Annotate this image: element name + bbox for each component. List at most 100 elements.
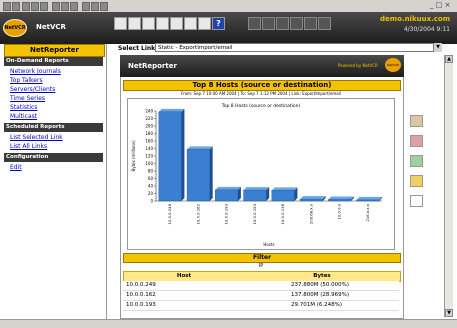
x-tick-label: 10.0.0.138	[280, 203, 285, 224]
select-link-label: Select Link :	[118, 45, 160, 52]
refresh-icon[interactable]	[31, 2, 39, 11]
tool-icon-9[interactable]	[262, 17, 275, 30]
bar-top	[215, 186, 241, 190]
x-tick-label: 10.0.0.162	[195, 203, 200, 224]
bar	[328, 199, 352, 202]
tool-icon-10[interactable]	[276, 17, 289, 30]
x-tick-label: 10.0.0.249	[167, 203, 172, 224]
y-tick-label: 0	[150, 199, 153, 204]
tool-icon-2[interactable]	[128, 17, 141, 30]
favorites-icon[interactable]	[61, 2, 69, 11]
tool-icon-8[interactable]	[248, 17, 261, 30]
bar	[356, 199, 380, 202]
y-axis-label: Bytes (millions)	[131, 140, 136, 171]
bar	[271, 190, 295, 202]
tool-icon-1[interactable]	[114, 17, 127, 30]
y-tick-label: 140	[145, 146, 153, 151]
tool-icon-7[interactable]	[198, 17, 211, 30]
sidebar-item-time-series[interactable]: Time Series	[10, 95, 45, 102]
y-tick-label: 60	[148, 176, 154, 181]
panel-title: NetReporter	[128, 62, 177, 70]
sidebar-item-list-all-links[interactable]: List All Links	[10, 143, 47, 150]
bar	[186, 149, 210, 202]
powered-by: Powered by NetVCR	[338, 63, 378, 68]
x-tick-label: 10.0.0.193	[224, 203, 229, 224]
mail-icon[interactable]	[82, 2, 90, 11]
sidebar-item-list-selected-link[interactable]: List Selected Link	[10, 134, 63, 141]
bar-top	[356, 196, 383, 200]
y-tick-label: 100	[145, 161, 153, 166]
sidebar-item-top-talkers[interactable]: Top Talkers	[10, 77, 43, 84]
column-header-bytes[interactable]: Bytes	[244, 272, 400, 281]
sidebar-item-edit[interactable]: Edit	[10, 164, 22, 171]
back-icon[interactable]	[3, 2, 11, 11]
logo-name: NetVCR	[36, 23, 66, 31]
compass-icon[interactable]	[410, 175, 423, 187]
export-icon[interactable]	[410, 115, 423, 127]
tool-icon-5[interactable]	[170, 17, 183, 30]
vertical-scrollbar[interactable]: ▲ ▼	[444, 55, 453, 317]
help-icon[interactable]: ?	[212, 17, 225, 30]
chevron-down-icon[interactable]: ▼	[433, 43, 442, 52]
bar-chart: Top 8 Hosts (source or destination) 0 20 40…	[131, 103, 383, 247]
tool-icon-11[interactable]	[290, 17, 303, 30]
y-tick-label: 80	[148, 169, 154, 174]
host-cell: 10.0.0.249	[126, 282, 156, 288]
print-icon[interactable]	[91, 2, 99, 11]
netvcr-logo: NetVCR	[3, 19, 27, 37]
bar-side	[181, 108, 185, 201]
y-tick-label: 200	[145, 124, 153, 129]
history-icon[interactable]	[70, 2, 78, 11]
y-tick-label: 160	[145, 139, 153, 144]
column-header-host[interactable]: Host	[124, 272, 244, 281]
filter-value: IP	[258, 263, 264, 269]
y-tick-label: 20	[148, 191, 154, 196]
sidebar-item-multicast[interactable]: Multicast	[10, 113, 37, 120]
y-tick-label: 220	[145, 116, 153, 121]
y-tick-label: 180	[145, 131, 153, 136]
bar	[158, 111, 182, 202]
scroll-down-icon[interactable]: ▼	[445, 309, 453, 317]
email-icon[interactable]	[410, 195, 423, 207]
bar-side	[209, 146, 213, 201]
y-tick-label: 120	[145, 154, 153, 159]
bar-top	[158, 108, 185, 112]
stop-icon[interactable]	[22, 2, 30, 11]
sidebar-item-statistics[interactable]: Statistics	[10, 104, 37, 111]
sidebar-item-servers-clients[interactable]: Servers/Clients	[10, 86, 55, 93]
bar-top	[187, 146, 213, 150]
y-tick-label: 40	[148, 184, 154, 189]
sidebar-section-configuration: Configuration	[4, 153, 103, 162]
server-domain: demo.nikuux.com	[380, 15, 450, 23]
home-icon[interactable]	[40, 2, 48, 11]
forward-icon[interactable]	[12, 2, 20, 11]
scroll-up-icon[interactable]: ▲	[445, 55, 453, 63]
tool-icon-6[interactable]	[184, 17, 197, 30]
select-link-dropdown[interactable]: Static - ExportImport/email	[155, 43, 440, 52]
bar	[215, 189, 239, 202]
sidebar: NetReporter On-Demand Reports Network Jo…	[0, 44, 107, 319]
sidebar-item-network-journals[interactable]: Network Journals	[10, 68, 61, 75]
x-tick-label: 209.68.x.x	[308, 203, 313, 224]
sidebar-section-ondemand: On-Demand Reports	[4, 57, 103, 66]
tool-icon-12[interactable]	[304, 17, 317, 30]
x-axis-label: Hosts	[263, 242, 274, 247]
x-tick-label: 10.0.0.153	[252, 203, 257, 224]
report-title: Top 8 Hosts (source or destination)	[123, 80, 401, 91]
search-icon[interactable]	[52, 2, 60, 11]
tool-icon-3[interactable]	[142, 17, 155, 30]
edit-icon[interactable]	[100, 2, 108, 11]
bar-top	[271, 187, 298, 191]
x-tick-label: 10.0.0.x	[337, 203, 342, 219]
calendar-icon[interactable]	[410, 135, 423, 147]
sidebar-section-scheduled: Scheduled Reports	[4, 123, 103, 132]
table-row: 10.0.0.193 29.701M (6.248%)	[123, 301, 399, 311]
window-controls[interactable]: _ □ ×	[430, 1, 450, 9]
table-row: 10.0.0.162 137.800M (28.969%)	[123, 291, 399, 301]
bar	[243, 189, 267, 202]
spreadsheet-icon[interactable]	[410, 155, 423, 167]
table-row: 10.0.0.249 237.880M (50.000%)	[123, 281, 399, 291]
panel-logo: NetVCR	[385, 58, 401, 72]
tool-icon-4[interactable]	[156, 17, 169, 30]
bytes-cell: 237.880M (50.000%)	[291, 282, 349, 288]
